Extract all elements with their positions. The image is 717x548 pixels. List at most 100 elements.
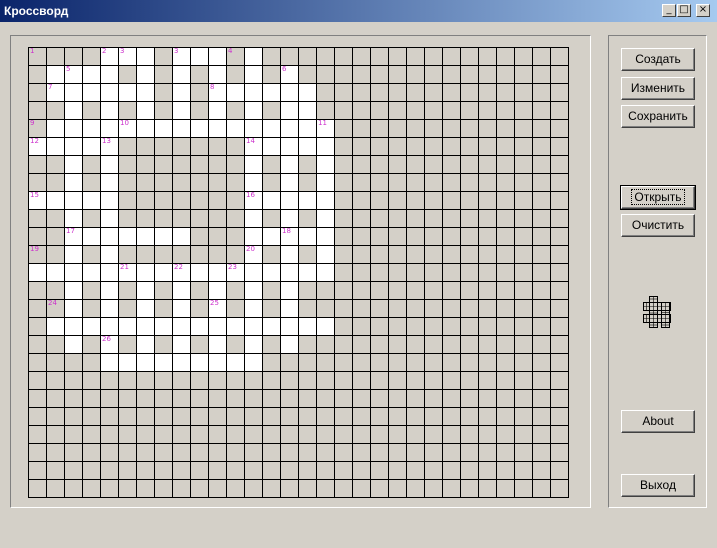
grid-cell[interactable] — [190, 155, 208, 173]
grid-cell-white[interactable] — [136, 119, 154, 137]
grid-cell[interactable] — [532, 335, 550, 353]
grid-cell[interactable] — [226, 461, 244, 479]
grid-cell[interactable] — [334, 119, 352, 137]
grid-cell[interactable] — [226, 155, 244, 173]
grid-cell[interactable] — [496, 353, 514, 371]
grid-cell[interactable] — [460, 209, 478, 227]
grid-cell-white[interactable]: 14 — [244, 137, 262, 155]
grid-cell[interactable] — [226, 173, 244, 191]
grid-cell-white[interactable] — [82, 65, 100, 83]
grid-cell[interactable] — [280, 371, 298, 389]
grid-cell[interactable] — [442, 353, 460, 371]
grid-cell[interactable] — [262, 209, 280, 227]
grid-cell[interactable] — [460, 83, 478, 101]
grid-cell[interactable] — [406, 389, 424, 407]
grid-cell-white[interactable] — [100, 353, 118, 371]
grid-cell[interactable] — [190, 281, 208, 299]
grid-cell[interactable] — [388, 461, 406, 479]
grid-cell-white[interactable] — [190, 119, 208, 137]
grid-cell[interactable] — [388, 227, 406, 245]
grid-cell[interactable] — [298, 443, 316, 461]
grid-cell[interactable] — [334, 425, 352, 443]
grid-cell-white[interactable] — [226, 83, 244, 101]
grid-cell-white[interactable] — [280, 335, 298, 353]
grid-cell[interactable] — [442, 461, 460, 479]
grid-cell[interactable] — [514, 335, 532, 353]
grid-cell[interactable] — [424, 281, 442, 299]
grid-cell[interactable] — [136, 389, 154, 407]
grid-cell[interactable] — [496, 119, 514, 137]
grid-cell[interactable] — [478, 101, 496, 119]
grid-cell[interactable] — [172, 407, 190, 425]
grid-cell[interactable] — [532, 173, 550, 191]
grid-cell[interactable] — [154, 173, 172, 191]
grid-cell[interactable] — [388, 191, 406, 209]
grid-cell-white[interactable] — [154, 227, 172, 245]
grid-cell-white[interactable] — [208, 101, 226, 119]
grid-cell[interactable] — [136, 425, 154, 443]
grid-cell[interactable] — [514, 119, 532, 137]
grid-cell[interactable] — [532, 425, 550, 443]
grid-cell[interactable] — [154, 389, 172, 407]
grid-cell[interactable] — [406, 407, 424, 425]
grid-cell[interactable] — [388, 173, 406, 191]
grid-cell[interactable] — [208, 191, 226, 209]
grid-cell[interactable] — [136, 209, 154, 227]
grid-cell[interactable] — [424, 407, 442, 425]
grid-cell[interactable] — [334, 461, 352, 479]
grid-cell[interactable] — [280, 425, 298, 443]
grid-cell[interactable] — [406, 47, 424, 65]
grid-cell[interactable] — [532, 245, 550, 263]
grid-cell[interactable] — [262, 245, 280, 263]
grid-cell[interactable] — [316, 407, 334, 425]
grid-cell[interactable] — [352, 191, 370, 209]
grid-cell-white[interactable] — [190, 263, 208, 281]
grid-cell[interactable] — [28, 335, 46, 353]
grid-cell[interactable] — [496, 101, 514, 119]
grid-cell[interactable] — [172, 155, 190, 173]
grid-cell-white[interactable] — [100, 101, 118, 119]
grid-cell[interactable] — [550, 227, 568, 245]
grid-cell[interactable] — [334, 173, 352, 191]
grid-cell[interactable] — [172, 443, 190, 461]
grid-cell-white[interactable] — [82, 137, 100, 155]
grid-cell-white[interactable] — [244, 83, 262, 101]
grid-cell[interactable] — [460, 353, 478, 371]
grid-cell[interactable] — [514, 137, 532, 155]
grid-cell[interactable] — [406, 191, 424, 209]
grid-cell[interactable] — [172, 191, 190, 209]
grid-cell-white[interactable] — [316, 173, 334, 191]
grid-cell[interactable] — [352, 317, 370, 335]
grid-cell-white[interactable] — [46, 317, 64, 335]
grid-cell[interactable] — [46, 209, 64, 227]
grid-cell-white[interactable] — [64, 317, 82, 335]
grid-cell-white[interactable] — [118, 353, 136, 371]
grid-cell-white[interactable]: 25 — [208, 299, 226, 317]
grid-cell[interactable] — [532, 209, 550, 227]
grid-cell[interactable] — [190, 65, 208, 83]
grid-cell[interactable] — [28, 299, 46, 317]
grid-cell-white[interactable] — [64, 245, 82, 263]
grid-cell[interactable] — [298, 389, 316, 407]
grid-cell[interactable] — [208, 389, 226, 407]
grid-cell[interactable] — [352, 425, 370, 443]
grid-cell[interactable] — [442, 227, 460, 245]
grid-cell[interactable] — [28, 353, 46, 371]
grid-cell[interactable] — [208, 407, 226, 425]
grid-cell[interactable] — [496, 425, 514, 443]
grid-cell[interactable] — [154, 425, 172, 443]
grid-cell[interactable] — [46, 281, 64, 299]
grid-cell[interactable] — [370, 65, 388, 83]
grid-cell[interactable] — [316, 299, 334, 317]
grid-cell[interactable] — [424, 245, 442, 263]
grid-cell[interactable] — [316, 371, 334, 389]
grid-cell[interactable] — [82, 407, 100, 425]
grid-cell[interactable] — [496, 479, 514, 497]
grid-cell-white[interactable] — [226, 353, 244, 371]
grid-cell[interactable] — [442, 371, 460, 389]
grid-cell-white[interactable] — [316, 191, 334, 209]
grid-cell-white[interactable] — [172, 119, 190, 137]
grid-cell[interactable] — [226, 227, 244, 245]
grid-cell[interactable] — [190, 83, 208, 101]
grid-cell[interactable] — [514, 479, 532, 497]
